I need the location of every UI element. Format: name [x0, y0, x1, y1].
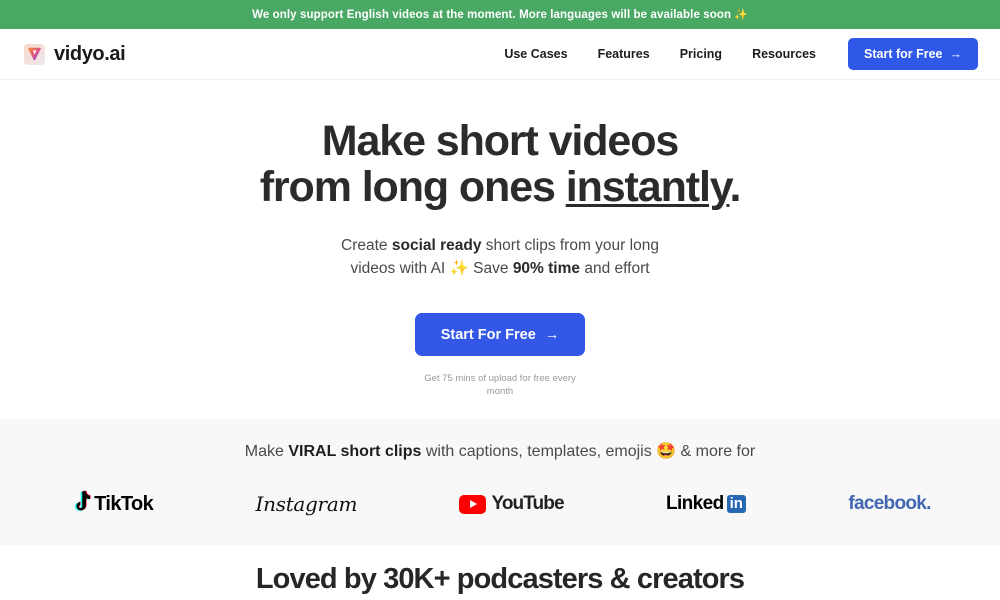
hero-headline-prefix: from long ones [259, 163, 566, 211]
announcement-text: We only support English videos at the mo… [252, 8, 732, 21]
header-cta-label: Start for Free [864, 47, 943, 61]
platform-logo-instagram: Instagram [256, 489, 358, 519]
youtube-label: YouTube [491, 493, 564, 514]
hero-subheadline-line-1: Create social ready short clips from you… [0, 234, 1000, 257]
arrow-right-icon: → [949, 47, 963, 61]
linkedin-label: Linked [665, 493, 724, 514]
hero-start-for-free-button[interactable]: Start For Free → [414, 313, 586, 356]
hero-free-upload-note: Get 75 mins of upload for free every mon… [424, 373, 576, 397]
star-struck-emoji-icon: 🤩 [656, 443, 677, 460]
hero-sub-prefix: Create [341, 237, 392, 254]
platform-logo-facebook: facebook. [848, 489, 931, 519]
vidyo-triangle-logo-icon [24, 43, 45, 65]
social-platforms-section: Make VIRAL short clips with captions, te… [0, 419, 1000, 545]
hero-headline-emphasis: instantly [565, 163, 731, 211]
hero-subheadline: Create social ready short clips from you… [0, 234, 1000, 280]
platform-logo-youtube: YouTube [459, 489, 565, 519]
platform-logo-tiktok: TikTok [69, 489, 154, 519]
hero-sub-line2-suffix: and effort [580, 260, 650, 277]
arrow-right-icon: → [544, 326, 560, 343]
announcement-banner: We only support English videos at the mo… [0, 0, 1000, 29]
hero-cta-label: Start For Free [440, 326, 536, 343]
sparkles-icon: ✨ [449, 260, 469, 277]
hero-sub-line2-prefix: videos with AI [350, 260, 450, 277]
hero-headline: Make short videos from long ones instant… [0, 118, 1000, 210]
hero-section: Make short videos from long ones instant… [0, 80, 1000, 419]
nav-item-use-cases[interactable]: Use Cases [504, 47, 567, 61]
linkedin-in-icon: in [726, 495, 746, 513]
hero-sub-bold-90-percent: 90% time [512, 260, 581, 277]
loved-by-title: Loved by 30K+ podcasters & creators [255, 563, 745, 595]
sparkles-icon: ✨ [734, 9, 748, 21]
nav-item-features[interactable]: Features [598, 47, 650, 61]
social-headline-suffix: & more for [676, 443, 756, 460]
tiktok-note-icon [69, 490, 91, 519]
hero-sub-line2-mid: Save [468, 260, 513, 277]
instagram-wordmark: Instagram [255, 492, 358, 516]
social-headline-bold: VIRAL short clips [288, 443, 422, 460]
header-start-for-free-button[interactable]: Start for Free → [848, 38, 978, 70]
hero-sub-suffix: short clips from your long [481, 237, 659, 254]
facebook-dot: . [926, 493, 931, 514]
brand-name: vidyo.ai [54, 42, 126, 65]
nav-item-pricing[interactable]: Pricing [680, 47, 722, 61]
social-proof-headline: Make VIRAL short clips with captions, te… [0, 441, 1000, 461]
main-navigation: Use Cases Features Pricing Resources [504, 47, 816, 61]
hero-headline-line-2: from long ones instantly. [0, 164, 1000, 210]
tiktok-label: TikTok [94, 492, 154, 515]
site-header: vidyo.ai Use Cases Features Pricing Reso… [0, 29, 1000, 80]
youtube-play-icon [459, 494, 487, 514]
platform-logo-row: TikTok Instagram YouTube Linked in faceb… [0, 489, 1000, 519]
hero-headline-period: . [729, 163, 741, 211]
hero-headline-line-1: Make short videos [321, 117, 680, 165]
platform-logo-linkedin: Linked in [666, 489, 746, 519]
social-headline-mid: with captions, templates, emojis [421, 443, 657, 460]
loved-by-section: Loved by 30K+ podcasters & creators [0, 545, 1000, 600]
nav-item-resources[interactable]: Resources [752, 47, 816, 61]
facebook-label: facebook [848, 493, 927, 514]
social-headline-prefix: Make [244, 443, 289, 460]
hero-cta-wrapper: Start For Free → [0, 313, 1000, 356]
hero-sub-bold-social-ready: social ready [391, 237, 482, 254]
brand-logo[interactable]: vidyo.ai [24, 42, 126, 66]
facebook-wordmark: facebook. [848, 493, 931, 515]
hero-subheadline-line-2: videos with AI ✨ Save 90% time and effor… [0, 257, 1000, 280]
